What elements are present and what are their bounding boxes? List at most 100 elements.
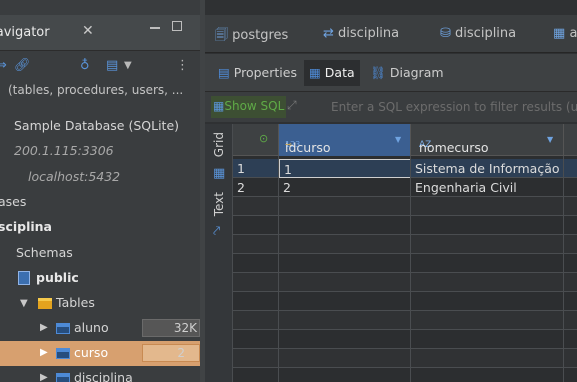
view-mode-tabs: Grid ▦ Text ⤤	[205, 124, 233, 382]
connect-icon[interactable]: ♁	[80, 58, 90, 73]
empty-row	[233, 292, 577, 311]
database-icon: ⛁	[440, 26, 451, 41]
tab-table[interactable]: ▦ a	[553, 26, 577, 41]
expand-right-icon[interactable]: ▶	[40, 372, 48, 382]
schema-icon: ⇄	[323, 26, 334, 41]
connection-icon: 🗐︎	[215, 28, 228, 43]
tree-item-label: ases	[0, 194, 27, 209]
tree-item-mysql-connection[interactable]: 200.1.115:3306	[0, 139, 200, 164]
maximize-icon[interactable]	[172, 21, 182, 31]
navigator-title: Navigator	[0, 25, 50, 40]
sort-icon[interactable]: ▼	[547, 135, 553, 144]
select-all-icon[interactable]: ⊙	[259, 132, 268, 145]
tab-properties[interactable]: ▤ Properties	[213, 60, 302, 86]
tab-text[interactable]: Text	[212, 192, 226, 216]
tab-disciplina-schema[interactable]: ⇄ disciplina	[323, 26, 399, 41]
tab-disciplina-db[interactable]: ⛁ disciplina	[440, 26, 516, 41]
table-icon	[56, 372, 70, 382]
table-icon: ▦	[553, 26, 566, 41]
grid-divider	[278, 156, 279, 382]
tree-item-label: Tables	[56, 295, 95, 310]
tab-postgres[interactable]: 🗐︎ postgres	[215, 26, 288, 48]
tree-item-postgres-connection[interactable]: localhost:5432	[0, 165, 200, 190]
navigator-filter-input[interactable]: (tables, procedures, users, ...	[8, 83, 194, 105]
tree-item-tables[interactable]: ▼ Tables	[0, 291, 200, 316]
expand-down-icon[interactable]: ▼	[20, 298, 28, 309]
tree-item-disciplina-db[interactable]: sciplina	[0, 215, 200, 240]
chevron-down-icon[interactable]: ▼	[124, 60, 132, 71]
navigator-tab[interactable]: Navigator ✕	[0, 15, 200, 51]
close-icon[interactable]: ✕	[82, 23, 94, 39]
table-size-badge: 32K	[142, 319, 200, 337]
column-header-idcurso[interactable]: 123 ⊸ idcurso ▼	[279, 124, 411, 156]
cell-idcurso[interactable]: 2	[279, 178, 411, 197]
tree-item-label: localhost:5432	[28, 169, 121, 184]
navigator-panel: Navigator ✕ ⇔ 🔗︎ ♁ ▤ ▼ ⋮ (tables, proced…	[0, 0, 200, 382]
tree-item-table-aluno[interactable]: ▶ aluno 32K	[0, 316, 200, 341]
editor-subtabs: ▤ Properties ▦ Data ⛓︎ Diagram	[205, 54, 577, 92]
show-sql-button[interactable]: ▦Show SQL	[211, 96, 287, 118]
tree-item-label: aluno	[74, 320, 109, 335]
cell-nomecurso[interactable]: Engenharia Civil	[411, 178, 564, 197]
expand-filter-icon[interactable]: ⤢	[287, 98, 297, 113]
tree-item-label: 200.1.115:3306	[14, 143, 114, 158]
row-number-header[interactable]: ⊙	[233, 124, 279, 156]
schema-icon	[18, 271, 30, 288]
empty-row	[233, 368, 577, 382]
empty-row	[233, 216, 577, 235]
row-number: 2	[237, 180, 245, 195]
tree-item-sample-database[interactable]: Sample Database (SQLite)	[0, 114, 200, 139]
navigator-toolbar: ⇔ 🔗︎ ♁ ▤ ▼ ⋮	[0, 51, 200, 81]
menu-icon[interactable]: ⋮	[176, 58, 189, 73]
table-icon	[56, 347, 70, 362]
expand-right-icon[interactable]: ▶	[40, 322, 48, 333]
empty-row	[233, 254, 577, 273]
data-icon: ▦	[309, 65, 321, 80]
tree-item-databases[interactable]: ases	[0, 190, 200, 215]
filter-input[interactable]: Enter a SQL expression to filter results…	[331, 100, 577, 114]
grid-header: ⊙ 123 ⊸ idcurso ▼ AZ nomecurso ▼	[233, 124, 577, 156]
tree-item-label: public	[36, 270, 79, 285]
table-icon	[56, 322, 70, 337]
collapse-icon[interactable]: ⇔	[0, 58, 7, 73]
cell-nomecurso[interactable]: Sistema de Informação	[411, 159, 564, 178]
sort-icon[interactable]: ▼	[395, 135, 401, 144]
empty-row	[233, 330, 577, 349]
tree-item-schemas[interactable]: Schemas	[0, 241, 200, 266]
properties-icon: ▤	[218, 65, 230, 80]
tab-grid[interactable]: Grid	[212, 132, 226, 157]
row-number: 1	[237, 161, 245, 176]
tab-diagram[interactable]: ⛓︎ Diagram	[365, 60, 449, 86]
tree-item-table-disciplina[interactable]: ▶ disciplina	[0, 366, 200, 382]
empty-row	[233, 311, 577, 330]
grid-divider	[410, 156, 411, 382]
cell-idcurso[interactable]: 1	[279, 159, 411, 178]
tab-data[interactable]: ▦ Data	[304, 60, 360, 86]
text-icon[interactable]: ⤤	[213, 224, 220, 239]
minimize-icon[interactable]	[150, 21, 160, 29]
column-header-nomecurso[interactable]: AZ nomecurso ▼	[411, 124, 564, 156]
grid-divider	[563, 156, 564, 382]
tree-item-label: sciplina	[0, 219, 52, 234]
sql-filter-bar: ▦Show SQL ⤢ Enter a SQL expression to fi…	[205, 92, 577, 122]
tree-item-public[interactable]: public	[0, 266, 200, 291]
empty-row	[233, 349, 577, 368]
expand-right-icon[interactable]: ▶	[40, 347, 48, 358]
tree-item-table-curso[interactable]: ▶ curso 2	[0, 341, 200, 366]
tables-folder-icon	[38, 297, 52, 312]
empty-row	[233, 197, 577, 216]
sql-icon: ▦	[213, 99, 225, 113]
empty-row	[233, 235, 577, 254]
editor-area: 🗐︎ postgres ⇄ disciplina ⛁ disciplina ▦ …	[200, 0, 577, 382]
tree-item-label: disciplina	[74, 370, 133, 382]
table-size-badge: 2	[142, 344, 200, 362]
tree-item-label: Sample Database (SQLite)	[14, 118, 180, 133]
results-grid: ⊙ 123 ⊸ idcurso ▼ AZ nomecurso ▼ 1 1 Sist…	[233, 124, 577, 382]
editor-tabs: 🗐︎ postgres ⇄ disciplina ⛁ disciplina ▦ …	[205, 15, 577, 53]
new-connection-icon[interactable]: ▤	[106, 58, 118, 73]
grid-icon[interactable]: ▦	[213, 166, 225, 181]
tree-item-label: Schemas	[16, 245, 73, 260]
empty-row	[233, 273, 577, 292]
link-icon[interactable]: 🔗︎	[14, 58, 31, 73]
tree-item-label: curso	[74, 345, 109, 360]
